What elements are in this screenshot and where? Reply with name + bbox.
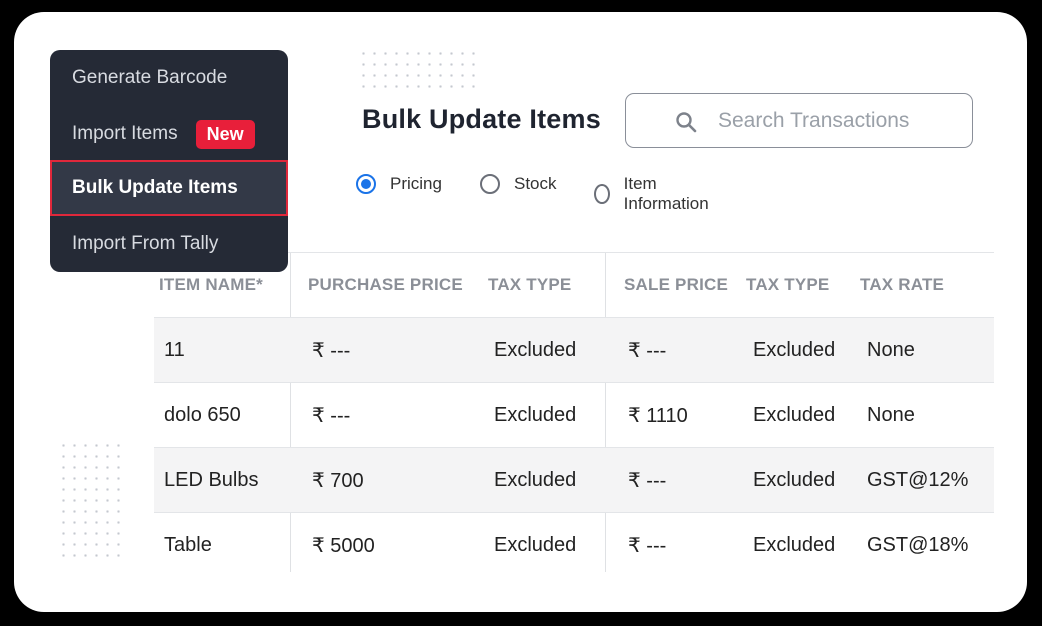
radio-item-information[interactable]: Item Information [594, 174, 713, 214]
radio-button-icon [356, 174, 376, 194]
item-name-cell[interactable]: LED Bulbs [164, 448, 259, 512]
radio-stock[interactable]: Stock [480, 174, 557, 194]
header-tax-type: TAX TYPE [746, 275, 830, 294]
menu-item-label: Bulk Update Items [72, 177, 238, 198]
tax-rate-cell[interactable]: None [867, 318, 915, 382]
radio-label: Stock [514, 174, 557, 193]
purchase-price-cell[interactable]: ₹ --- [312, 383, 350, 447]
tax-type-cell[interactable]: Excluded [753, 383, 835, 447]
new-badge: New [195, 119, 255, 149]
radio-label: Item Information [623, 174, 709, 213]
menu-item-label: Generate Barcode [72, 67, 228, 88]
item-name-cell[interactable]: Table [164, 513, 212, 572]
menu-item-import-from-tally[interactable]: Import From Tally [50, 216, 288, 272]
tax-type-cell[interactable]: Excluded [494, 318, 576, 382]
sale-price-cell[interactable]: ₹ --- [628, 513, 666, 572]
tax-type-cell[interactable]: Excluded [753, 513, 835, 572]
tax-type-cell[interactable]: Excluded [753, 318, 835, 382]
decorative-dots [358, 48, 476, 92]
tax-rate-cell[interactable]: GST@12% [867, 448, 968, 512]
tax-type-cell[interactable]: Excluded [494, 513, 576, 572]
radio-button-icon [480, 174, 500, 194]
search-box[interactable] [625, 93, 973, 148]
items-table: ITEM NAME* PURCHASE PRICE TAX TYPE SALE … [154, 252, 994, 572]
header-sale-price: SALE PRICE [624, 275, 729, 294]
page-title: Bulk Update Items [362, 104, 601, 134]
table-row[interactable]: Table ₹ 5000 Excluded ₹ --- Excluded GST… [154, 512, 994, 572]
purchase-price-cell[interactable]: ₹ --- [312, 318, 350, 382]
item-name-cell[interactable]: 11 [164, 318, 185, 382]
dropdown-menu: Generate Barcode Import Items New Bulk U… [50, 50, 288, 272]
menu-item-bulk-update-items[interactable]: Bulk Update Items [50, 160, 288, 216]
tax-type-cell[interactable]: Excluded [494, 383, 576, 447]
decorative-dots [58, 440, 128, 560]
radio-label: Pricing [390, 174, 442, 193]
search-input[interactable] [716, 106, 960, 136]
menu-item-label: Import Items [72, 123, 178, 144]
table-row[interactable]: 11 ₹ --- Excluded ₹ --- Excluded None [154, 317, 994, 382]
sale-price-cell[interactable]: ₹ --- [628, 318, 666, 382]
header-tax-rate: TAX RATE [860, 275, 945, 294]
tax-type-cell[interactable]: Excluded [753, 448, 835, 512]
menu-item-import-items[interactable]: Import Items New [50, 106, 288, 162]
radio-button-icon [594, 184, 610, 204]
tax-type-cell[interactable]: Excluded [494, 448, 576, 512]
purchase-price-cell[interactable]: ₹ 700 [312, 448, 364, 512]
search-icon [676, 112, 697, 133]
tax-rate-cell[interactable]: GST@18% [867, 513, 968, 572]
purchase-price-cell[interactable]: ₹ 5000 [312, 513, 375, 572]
table-row[interactable]: LED Bulbs ₹ 700 Excluded ₹ --- Excluded … [154, 447, 994, 512]
header-tax-type: TAX TYPE [488, 275, 572, 294]
menu-item-label: Import From Tally [72, 233, 219, 254]
tax-rate-cell[interactable]: None [867, 383, 915, 447]
table-row[interactable]: dolo 650 ₹ --- Excluded ₹ 1110 Excluded … [154, 382, 994, 447]
sale-price-cell[interactable]: ₹ 1110 [628, 383, 688, 447]
header-purchase-price: PURCHASE PRICE [308, 275, 463, 294]
sale-price-cell[interactable]: ₹ --- [628, 448, 666, 512]
radio-pricing[interactable]: Pricing [356, 174, 442, 194]
menu-item-generate-barcode[interactable]: Generate Barcode [50, 50, 288, 106]
item-name-cell[interactable]: dolo 650 [164, 383, 241, 447]
